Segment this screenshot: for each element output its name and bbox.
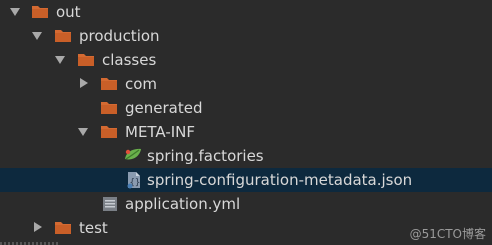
tree-item-label: com [125,75,158,93]
folder-icon [100,123,118,139]
folder-icon [100,75,118,91]
expand-arrow-right-icon[interactable] [80,78,88,88]
tree-item-label: application.yml [125,195,241,213]
tree-item-spring-configuration-metadata-json[interactable]: {} spring-configuration-metadata.json [0,168,492,192]
spring-leaf-icon [123,147,141,163]
expand-arrow-down-icon[interactable] [55,56,65,64]
folder-icon [54,27,72,43]
tree-item-label: spring-configuration-metadata.json [147,171,413,189]
tree-item-generated[interactable]: generated [0,96,492,120]
folder-icon [100,99,118,115]
tree-item-application-yml[interactable]: application.yml [0,192,492,216]
tree-item-label: test [79,219,108,237]
tree-item-classes[interactable]: classes [0,48,492,72]
expand-arrow-right-icon[interactable] [34,222,42,232]
expand-arrow-down-icon[interactable] [10,8,20,16]
watermark-text: @51CTO博客 [409,227,486,241]
folder-icon [54,219,72,235]
folder-icon [77,51,95,67]
tree-item-label: classes [102,51,157,69]
yml-file-icon [101,195,119,211]
project-file-tree: out production classes com generated MET… [0,0,492,245]
tree-item-label: production [79,27,160,45]
json-file-icon: {} [125,171,143,189]
folder-icon [31,3,49,19]
tree-item-label: spring.factories [147,147,264,165]
tree-item-label: generated [125,99,203,117]
tree-item-label: out [56,3,81,21]
tree-item-out[interactable]: out [0,0,492,24]
tree-item-spring-factories[interactable]: spring.factories [0,144,492,168]
tree-item-label: META-INF [125,123,196,141]
expand-arrow-down-icon[interactable] [78,128,88,136]
tree-item-production[interactable]: production [0,24,492,48]
tree-item-meta-inf[interactable]: META-INF [0,120,492,144]
tree-item-com[interactable]: com [0,72,492,96]
expand-arrow-down-icon[interactable] [32,32,42,40]
